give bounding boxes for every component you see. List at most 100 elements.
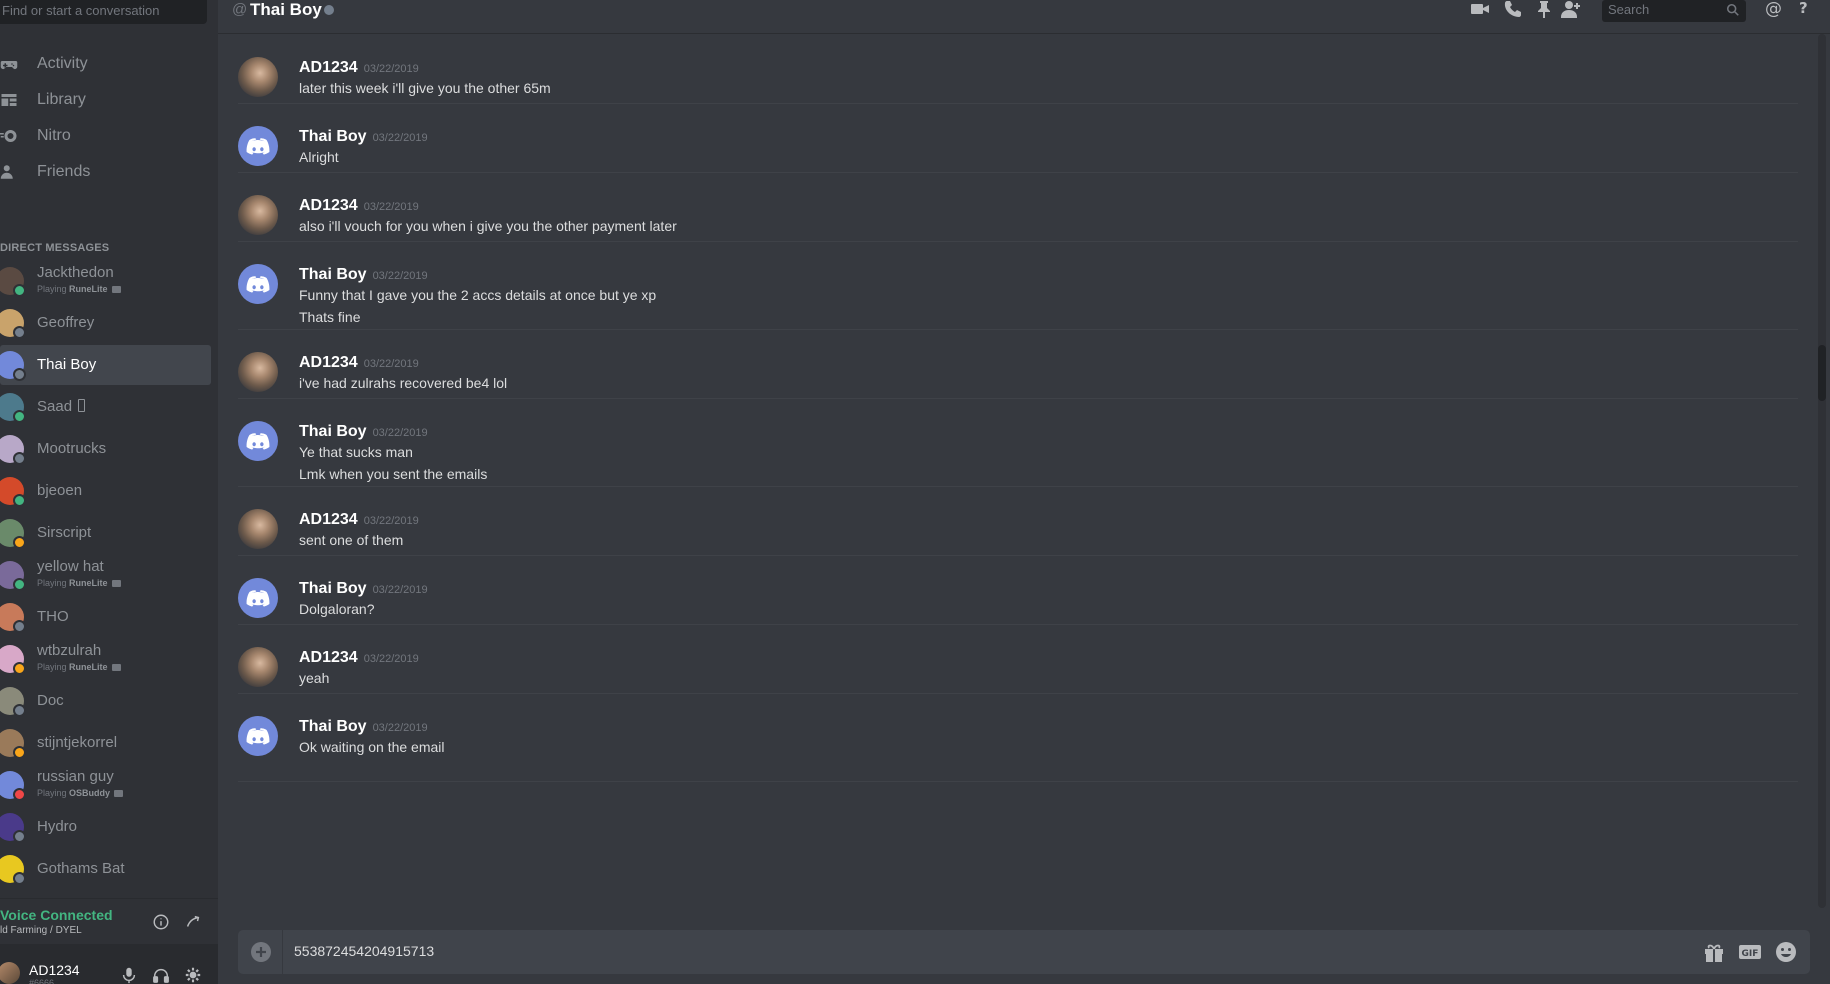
dm-activity: Playing RuneLite — [37, 284, 121, 294]
dm-item[interactable]: Gothams Bat — [0, 849, 211, 889]
activity-prefix: Playing — [37, 284, 67, 294]
dm-item[interactable]: bjeoen — [0, 471, 211, 511]
status-indicator — [13, 578, 26, 591]
mention-icon[interactable]: @ — [1764, 0, 1786, 19]
phone-call-icon[interactable] — [1503, 0, 1525, 20]
user-panel: AD1234 #6666 — [0, 944, 218, 984]
avatar — [0, 603, 26, 633]
message-composer: 553872454204915713 GIF — [238, 930, 1810, 974]
avatar[interactable] — [0, 962, 20, 984]
dm-name-text: russian guy — [37, 768, 114, 785]
dm-item[interactable]: Sirscript — [0, 513, 211, 553]
headphones-icon[interactable] — [152, 966, 170, 984]
message-author[interactable]: AD1234 — [299, 197, 358, 214]
svg-text:GIF: GIF — [1742, 949, 1759, 959]
nav-activity[interactable]: Activity — [0, 46, 211, 82]
dm-item[interactable]: Saad — [0, 387, 211, 427]
dm-item[interactable]: yellow hat Playing RuneLite — [0, 555, 211, 595]
voice-channel[interactable]: ld Farming / DYEL — [0, 925, 82, 936]
emoji-icon[interactable] — [1774, 941, 1798, 963]
dm-item[interactable]: wtbzulrah Playing RuneLite — [0, 639, 211, 679]
activity-prefix: Playing — [37, 788, 67, 798]
dm-item[interactable]: Doc — [0, 681, 211, 721]
dm-item[interactable]: Geoffrey — [0, 303, 211, 343]
avatar — [0, 267, 26, 297]
dm-item[interactable]: THO — [0, 597, 211, 637]
avatar — [0, 477, 26, 507]
dm-name: THO — [37, 608, 69, 625]
dm-item[interactable]: Mootrucks — [0, 429, 211, 469]
message-author-row: AD1234 03/22/2019 — [299, 649, 419, 667]
find-conversation-input[interactable]: Find or start a conversation — [0, 0, 207, 24]
header-search-input[interactable]: Search — [1602, 0, 1746, 22]
direct-messages-header: DIRECT MESSAGES — [0, 242, 110, 254]
dm-item[interactable]: Thai Boy — [0, 345, 211, 385]
dm-activity: Playing RuneLite — [37, 662, 121, 672]
avatar[interactable] — [238, 352, 278, 392]
message-author[interactable]: AD1234 — [299, 59, 358, 76]
avatar[interactable] — [238, 578, 278, 618]
message-timestamp: 03/22/2019 — [372, 584, 428, 596]
dm-name: Doc — [37, 692, 64, 709]
dm-item[interactable]: Hydro — [0, 807, 211, 847]
video-call-icon[interactable] — [1470, 0, 1492, 20]
avatar[interactable] — [238, 716, 278, 756]
avatar[interactable] — [238, 57, 278, 97]
dm-item[interactable]: Jackthedon Playing RuneLite — [0, 261, 211, 301]
mobile-phone-icon — [78, 399, 86, 412]
pin-icon[interactable] — [1534, 0, 1556, 20]
message-text: later this week i'll give you the other … — [299, 80, 551, 96]
gif-icon[interactable]: GIF — [1738, 941, 1762, 963]
activity-game: OSBuddy — [69, 788, 111, 798]
message-text: also i'll vouch for you when i give you … — [299, 218, 677, 234]
status-indicator — [13, 284, 26, 297]
scrollbar-track[interactable] — [1818, 34, 1826, 908]
discord-logo-icon — [246, 589, 270, 607]
microphone-icon[interactable] — [120, 966, 138, 984]
settings-gear-icon[interactable] — [184, 966, 202, 984]
message-author[interactable]: Thai Boy — [299, 128, 367, 145]
dm-name: Jackthedon — [37, 264, 114, 281]
help-icon[interactable]: ? — [1795, 0, 1817, 19]
nav-library[interactable]: Library — [0, 82, 211, 118]
message-input[interactable]: 553872454204915713 — [294, 943, 434, 959]
message-author[interactable]: AD1234 — [299, 511, 358, 528]
avatar[interactable] — [238, 421, 278, 461]
nav-friends[interactable]: Friends — [0, 154, 211, 190]
avatar[interactable] — [238, 647, 278, 687]
message-group: Thai Boy 03/22/2019 Alright — [238, 103, 1798, 173]
avatar[interactable] — [238, 509, 278, 549]
avatar — [0, 435, 26, 465]
nav-label: Friends — [37, 163, 91, 180]
nav-nitro[interactable]: Nitro — [0, 118, 211, 154]
dm-item[interactable]: stijntjekorrel — [0, 723, 211, 763]
avatar[interactable] — [238, 195, 278, 235]
message-author[interactable]: Thai Boy — [299, 266, 367, 283]
avatar — [0, 729, 26, 759]
message-author[interactable]: Thai Boy — [299, 580, 367, 597]
gift-icon[interactable] — [1702, 941, 1726, 963]
scrollbar-thumb[interactable] — [1818, 345, 1826, 401]
user-tag: #6666 — [29, 978, 55, 984]
connection-info-icon[interactable] — [152, 913, 170, 931]
dm-name-text: bjeoen — [37, 482, 83, 499]
voice-panel: Voice Connected ld Farming / DYEL — [0, 898, 218, 944]
message-author[interactable]: AD1234 — [299, 649, 358, 666]
disconnect-icon[interactable] — [184, 913, 202, 931]
dm-item[interactable]: russian guy Playing OSBuddy — [0, 765, 211, 805]
message-author[interactable]: AD1234 — [299, 354, 358, 371]
message-list: AD1234 03/22/2019 later this week i'll giv… — [218, 34, 1800, 908]
avatar — [0, 351, 26, 381]
avatar[interactable] — [238, 126, 278, 166]
activity-prefix: Playing — [37, 578, 67, 588]
discord-logo-icon — [246, 275, 270, 293]
upload-plus-icon[interactable] — [250, 941, 272, 963]
message-timestamp: 03/22/2019 — [363, 515, 419, 527]
dm-name: russian guy — [37, 768, 114, 785]
avatar[interactable] — [238, 264, 278, 304]
message-author-row: Thai Boy 03/22/2019 — [299, 580, 428, 598]
message-author[interactable]: Thai Boy — [299, 423, 367, 440]
add-friend-icon[interactable] — [1560, 0, 1583, 20]
message-author[interactable]: Thai Boy — [299, 718, 367, 735]
dm-name: Geoffrey — [37, 314, 94, 331]
